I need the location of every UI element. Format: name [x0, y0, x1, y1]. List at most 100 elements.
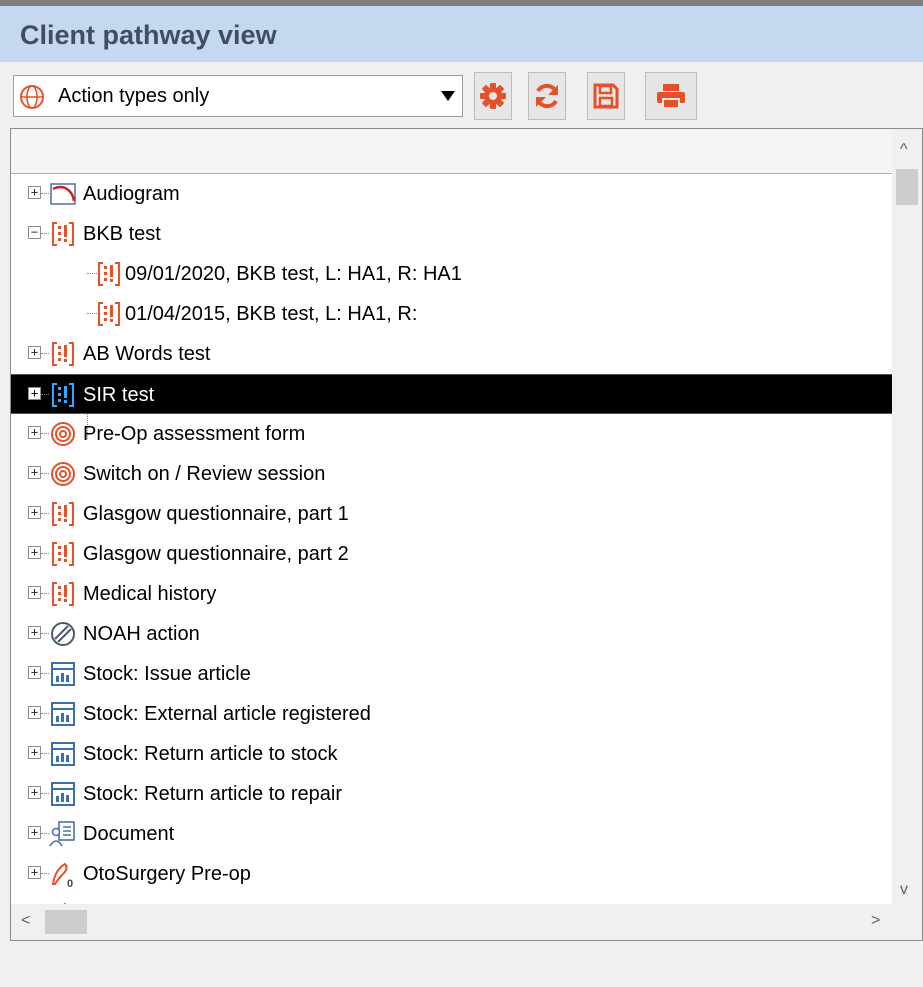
vertical-scrollbar[interactable]: ^ v [892, 129, 922, 940]
audiogram-icon [49, 180, 77, 208]
tree-connector [41, 873, 49, 874]
test-icon [49, 500, 77, 528]
chevron-down-icon[interactable] [441, 91, 455, 101]
tree-connector [41, 713, 49, 714]
test-icon [49, 580, 77, 608]
tree-connector [41, 394, 49, 395]
tree-item[interactable]: + Pre-Op assessment form [11, 414, 893, 454]
tree-connector [41, 633, 49, 634]
tree-item[interactable]: + Glasgow questionnaire, part 1 [11, 494, 893, 534]
tree-item[interactable]: − BKB test [11, 214, 893, 254]
test-icon [49, 220, 77, 248]
stock-icon [49, 780, 77, 808]
horizontal-scrollbar[interactable]: < > [11, 904, 922, 940]
tree-item-label: NOAH action [83, 623, 200, 645]
expand-toggle[interactable]: + [28, 186, 41, 199]
tree-item-label: BKB test [83, 223, 161, 245]
tree-connector [41, 473, 49, 474]
tree-item-label: Medical history [83, 583, 217, 605]
tree-item[interactable]: + Medical history [11, 574, 893, 614]
save-icon [593, 83, 619, 109]
vertical-scroll-thumb[interactable] [896, 169, 918, 205]
horizontal-scroll-thumb[interactable] [45, 910, 87, 934]
stock-icon [49, 700, 77, 728]
print-button[interactable] [645, 72, 697, 120]
tree-item-label: 09/01/2020, BKB test, L: HA1, R: HA1 [125, 263, 462, 285]
expand-toggle[interactable]: + [28, 586, 41, 599]
tree-item-label: Audiogram [83, 183, 180, 205]
tree-item[interactable]: 01/04/2015, BKB test, L: HA1, R: [11, 294, 893, 334]
tree-item[interactable]: + Audiogram [11, 174, 893, 214]
tree-item[interactable]: + AB Words test [11, 334, 893, 374]
tree-item-label: Switch on / Review session [83, 463, 326, 485]
stock-icon [49, 660, 77, 688]
tree-item[interactable]: 09/01/2020, BKB test, L: HA1, R: HA1 [11, 254, 893, 294]
toolbar: Action types only [0, 62, 923, 124]
refresh-icon [536, 83, 558, 109]
settings-button[interactable] [474, 72, 512, 120]
test-icon [49, 381, 77, 409]
scroll-up-button[interactable]: ^ [900, 141, 908, 159]
expand-toggle[interactable]: + [28, 626, 41, 639]
panel-title: Client pathway view [20, 20, 277, 50]
tree-item[interactable]: + Stock: Return article to repair [11, 774, 893, 814]
tree-item[interactable]: + Stock: Issue article [11, 654, 893, 694]
tree-item-label: Glasgow questionnaire, part 1 [83, 503, 349, 525]
pathway-tree[interactable]: + Audiogram − BKB test 09/01/2020, BKB test,… [10, 128, 923, 941]
tree-connector [41, 673, 49, 674]
tree-item[interactable]: + Stock: Return article to stock [11, 734, 893, 774]
collapse-toggle[interactable]: − [28, 226, 41, 239]
otosurgery-0-icon: 0 [49, 860, 77, 890]
expand-toggle[interactable]: + [28, 426, 41, 439]
panel-title-bar: Client pathway view [0, 0, 923, 62]
stock-icon [49, 740, 77, 768]
tree-item[interactable]: + Stock: External article registered [11, 694, 893, 734]
spiral-icon [49, 420, 77, 448]
tree-item-label: AB Words test [83, 343, 211, 365]
expand-toggle[interactable]: + [28, 346, 41, 359]
tree-connector [41, 433, 49, 434]
tree-item[interactable]: +0 OtoSurgery Pre-op [11, 854, 893, 894]
expand-toggle[interactable]: + [28, 506, 41, 519]
refresh-button[interactable] [528, 72, 566, 120]
tree-connector [41, 353, 49, 354]
expand-toggle[interactable]: + [28, 826, 41, 839]
tree-connector [41, 193, 49, 194]
globe-icon [20, 85, 44, 109]
tree-item-label: Document [83, 823, 175, 845]
expand-toggle[interactable]: + [28, 706, 41, 719]
tree-connector [41, 753, 49, 754]
tree-connector [41, 513, 49, 514]
tree-item[interactable]: + Document [11, 814, 893, 854]
save-button[interactable] [587, 72, 625, 120]
expand-toggle[interactable]: + [28, 786, 41, 799]
tree-item-label: Stock: Issue article [83, 663, 251, 685]
scroll-left-button[interactable]: < [21, 912, 30, 930]
status-strip [0, 941, 923, 987]
tree-item-label: OtoSurgery Pre-op [83, 863, 251, 885]
expand-toggle[interactable]: + [28, 746, 41, 759]
expand-toggle[interactable]: + [28, 546, 41, 559]
tree-item-label: Stock: Return article to repair [83, 783, 342, 805]
tree-item-label: Stock: External article registered [83, 703, 371, 725]
scroll-right-button[interactable]: > [871, 912, 880, 930]
scroll-down-button[interactable]: v [900, 881, 908, 899]
tree-item[interactable]: + NOAH action [11, 614, 893, 654]
gear-icon [480, 83, 506, 109]
tree-item[interactable]: + SIR test [11, 374, 893, 414]
test-icon [49, 540, 77, 568]
tree-connector [41, 833, 49, 834]
tree-item[interactable]: + Switch on / Review session [11, 454, 893, 494]
expand-toggle[interactable]: + [28, 387, 41, 400]
tree-header [11, 129, 893, 174]
expand-toggle[interactable]: + [28, 666, 41, 679]
expand-toggle[interactable]: + [28, 866, 41, 879]
tree-connector [41, 793, 49, 794]
print-icon [657, 84, 685, 109]
tree-item-label: Glasgow questionnaire, part 2 [83, 543, 349, 565]
tree-item[interactable]: + Glasgow questionnaire, part 2 [11, 534, 893, 574]
tree-item-label: 01/04/2015, BKB test, L: HA1, R: [125, 303, 418, 325]
filter-dropdown[interactable]: Action types only [13, 75, 463, 117]
expand-toggle[interactable]: + [28, 466, 41, 479]
filter-value: Action types only [58, 85, 210, 107]
